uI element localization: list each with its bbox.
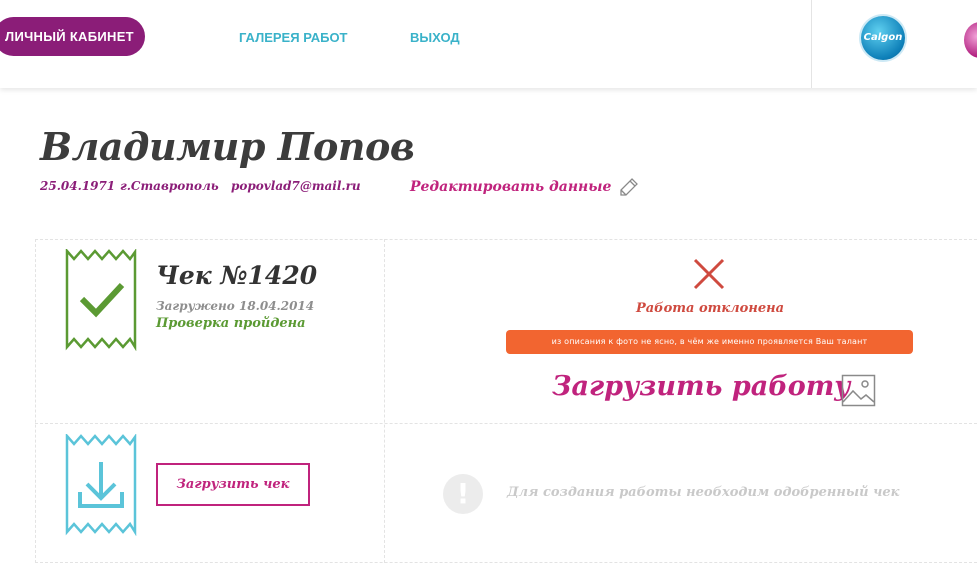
grid-divider — [35, 562, 977, 563]
receipt-approved-icon — [65, 249, 137, 351]
download-icon — [65, 434, 137, 536]
grid-divider — [384, 239, 385, 563]
grid-divider — [35, 239, 977, 240]
brand-logo[interactable] — [964, 22, 977, 58]
user-name: Владимир Попов — [40, 124, 415, 169]
edit-profile-label: Редактировать данные — [410, 179, 612, 195]
receipt-upload-date: Загружено 18.04.2014 — [156, 299, 315, 313]
upload-work-link[interactable]: Загрузить работу — [552, 371, 850, 402]
edit-profile-link[interactable]: Редактировать данные — [410, 177, 639, 197]
receipt-title: Чек №1420 — [156, 261, 318, 290]
nav-cabinet-button[interactable]: ЛИЧНЫЙ КАБИНЕТ — [0, 17, 145, 56]
birth-date: 25.04.1971 — [40, 179, 116, 193]
site-header: ЛИЧНЫЙ КАБИНЕТ ГАЛЕРЕЯ РАБОТ ВЫХОД Calgo… — [0, 0, 977, 88]
image-icon[interactable] — [841, 374, 876, 407]
header-divider — [811, 0, 812, 88]
pencil-icon — [620, 178, 639, 196]
nav-gallery-link[interactable]: ГАЛЕРЕЯ РАБОТ — [239, 30, 348, 45]
upload-receipt-button[interactable]: Загрузить чек — [156, 463, 310, 506]
work-requirement-notice: Для создания работы необходим одобренный… — [507, 485, 900, 500]
calgon-logo[interactable]: Calgon — [861, 16, 905, 60]
receipt-status: Проверка пройдена — [156, 316, 306, 331]
user-city: г.Ставрополь — [120, 179, 219, 193]
reject-reason-badge: из описания к фото не ясно, в чём же име… — [506, 330, 913, 354]
exclamation-icon: ! — [443, 474, 483, 514]
grid-divider — [35, 239, 36, 563]
grid-divider — [35, 423, 977, 424]
close-icon — [693, 258, 725, 290]
user-email: popovlad7@mail.ru — [231, 179, 361, 193]
work-status: Работа отклонена — [635, 301, 785, 316]
nav-logout-link[interactable]: ВЫХОД — [410, 30, 460, 45]
